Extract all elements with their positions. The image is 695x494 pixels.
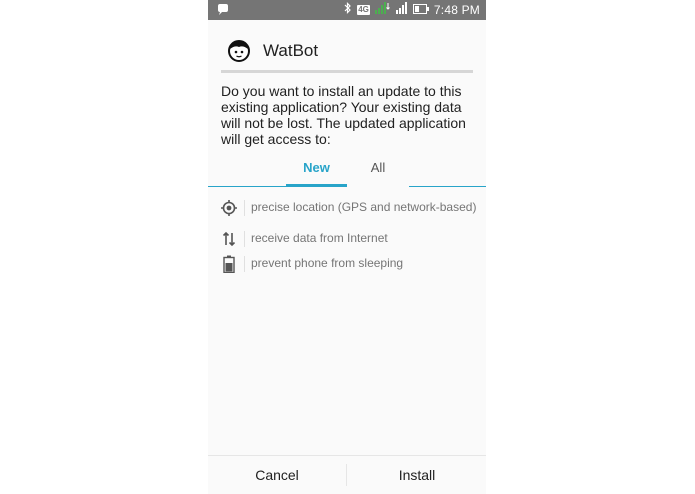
tab-underline [409, 186, 486, 187]
app-title: WatBot [263, 41, 319, 60]
install-dialog-screen: 4G 7:48 PM WatBot Do you want to install… [208, 0, 486, 494]
install-message: Do you want to install an update to this… [221, 83, 466, 147]
data-activity-icon [374, 1, 391, 19]
network-type-badge: 4G [357, 5, 370, 15]
battery-status-icon [412, 1, 429, 19]
battery-icon [220, 253, 238, 275]
data-transfer-icon [220, 228, 238, 250]
permission-item-wakelock: prevent phone from sleeping [208, 253, 486, 275]
permission-label: precise location (GPS and network-based) [251, 200, 477, 214]
status-time: 7:48 PM [433, 3, 480, 17]
robot-face-icon [228, 40, 250, 67]
signal-icon [395, 1, 408, 19]
permission-separator [244, 200, 245, 216]
permission-tabs: New All [208, 152, 486, 188]
status-bar: 4G 7:48 PM [208, 0, 486, 20]
bluetooth-icon [344, 1, 352, 19]
button-separator [346, 464, 347, 486]
header-divider [221, 70, 473, 73]
tab-selected-indicator [286, 184, 347, 187]
permission-item-location: precise location (GPS and network-based) [208, 197, 486, 219]
permission-label: prevent phone from sleeping [251, 256, 404, 270]
dialog-header: WatBot [208, 20, 486, 74]
location-icon [220, 197, 238, 219]
permission-label: receive data from Internet [251, 231, 388, 245]
cancel-button[interactable]: Cancel [208, 456, 346, 494]
permission-item-internet: receive data from Internet [208, 228, 486, 250]
tab-underline [208, 186, 286, 187]
permission-separator [244, 256, 245, 272]
tab-all[interactable]: All [347, 152, 409, 186]
tab-new[interactable]: New [286, 152, 347, 186]
install-button[interactable]: Install [348, 456, 486, 494]
permission-separator [244, 231, 245, 247]
